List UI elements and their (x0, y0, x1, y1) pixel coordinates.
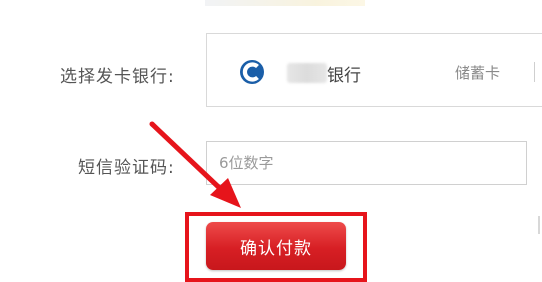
sms-code-input[interactable] (206, 141, 527, 185)
confirm-payment-button[interactable]: 确认付款 (206, 222, 346, 270)
card-type: 储蓄卡 (455, 64, 501, 82)
bank-logo-icon (240, 60, 264, 84)
bank-name: 银行 (327, 66, 361, 86)
divider (534, 62, 535, 82)
edge-divider (538, 216, 540, 234)
bank-select-label: 选择发卡银行: (60, 67, 175, 87)
bank-name-redacted (287, 63, 327, 83)
bank-select[interactable]: 银行 储蓄卡 (206, 33, 542, 107)
top-banner-fragment (205, 0, 365, 6)
sms-code-label: 短信验证码: (78, 158, 175, 178)
